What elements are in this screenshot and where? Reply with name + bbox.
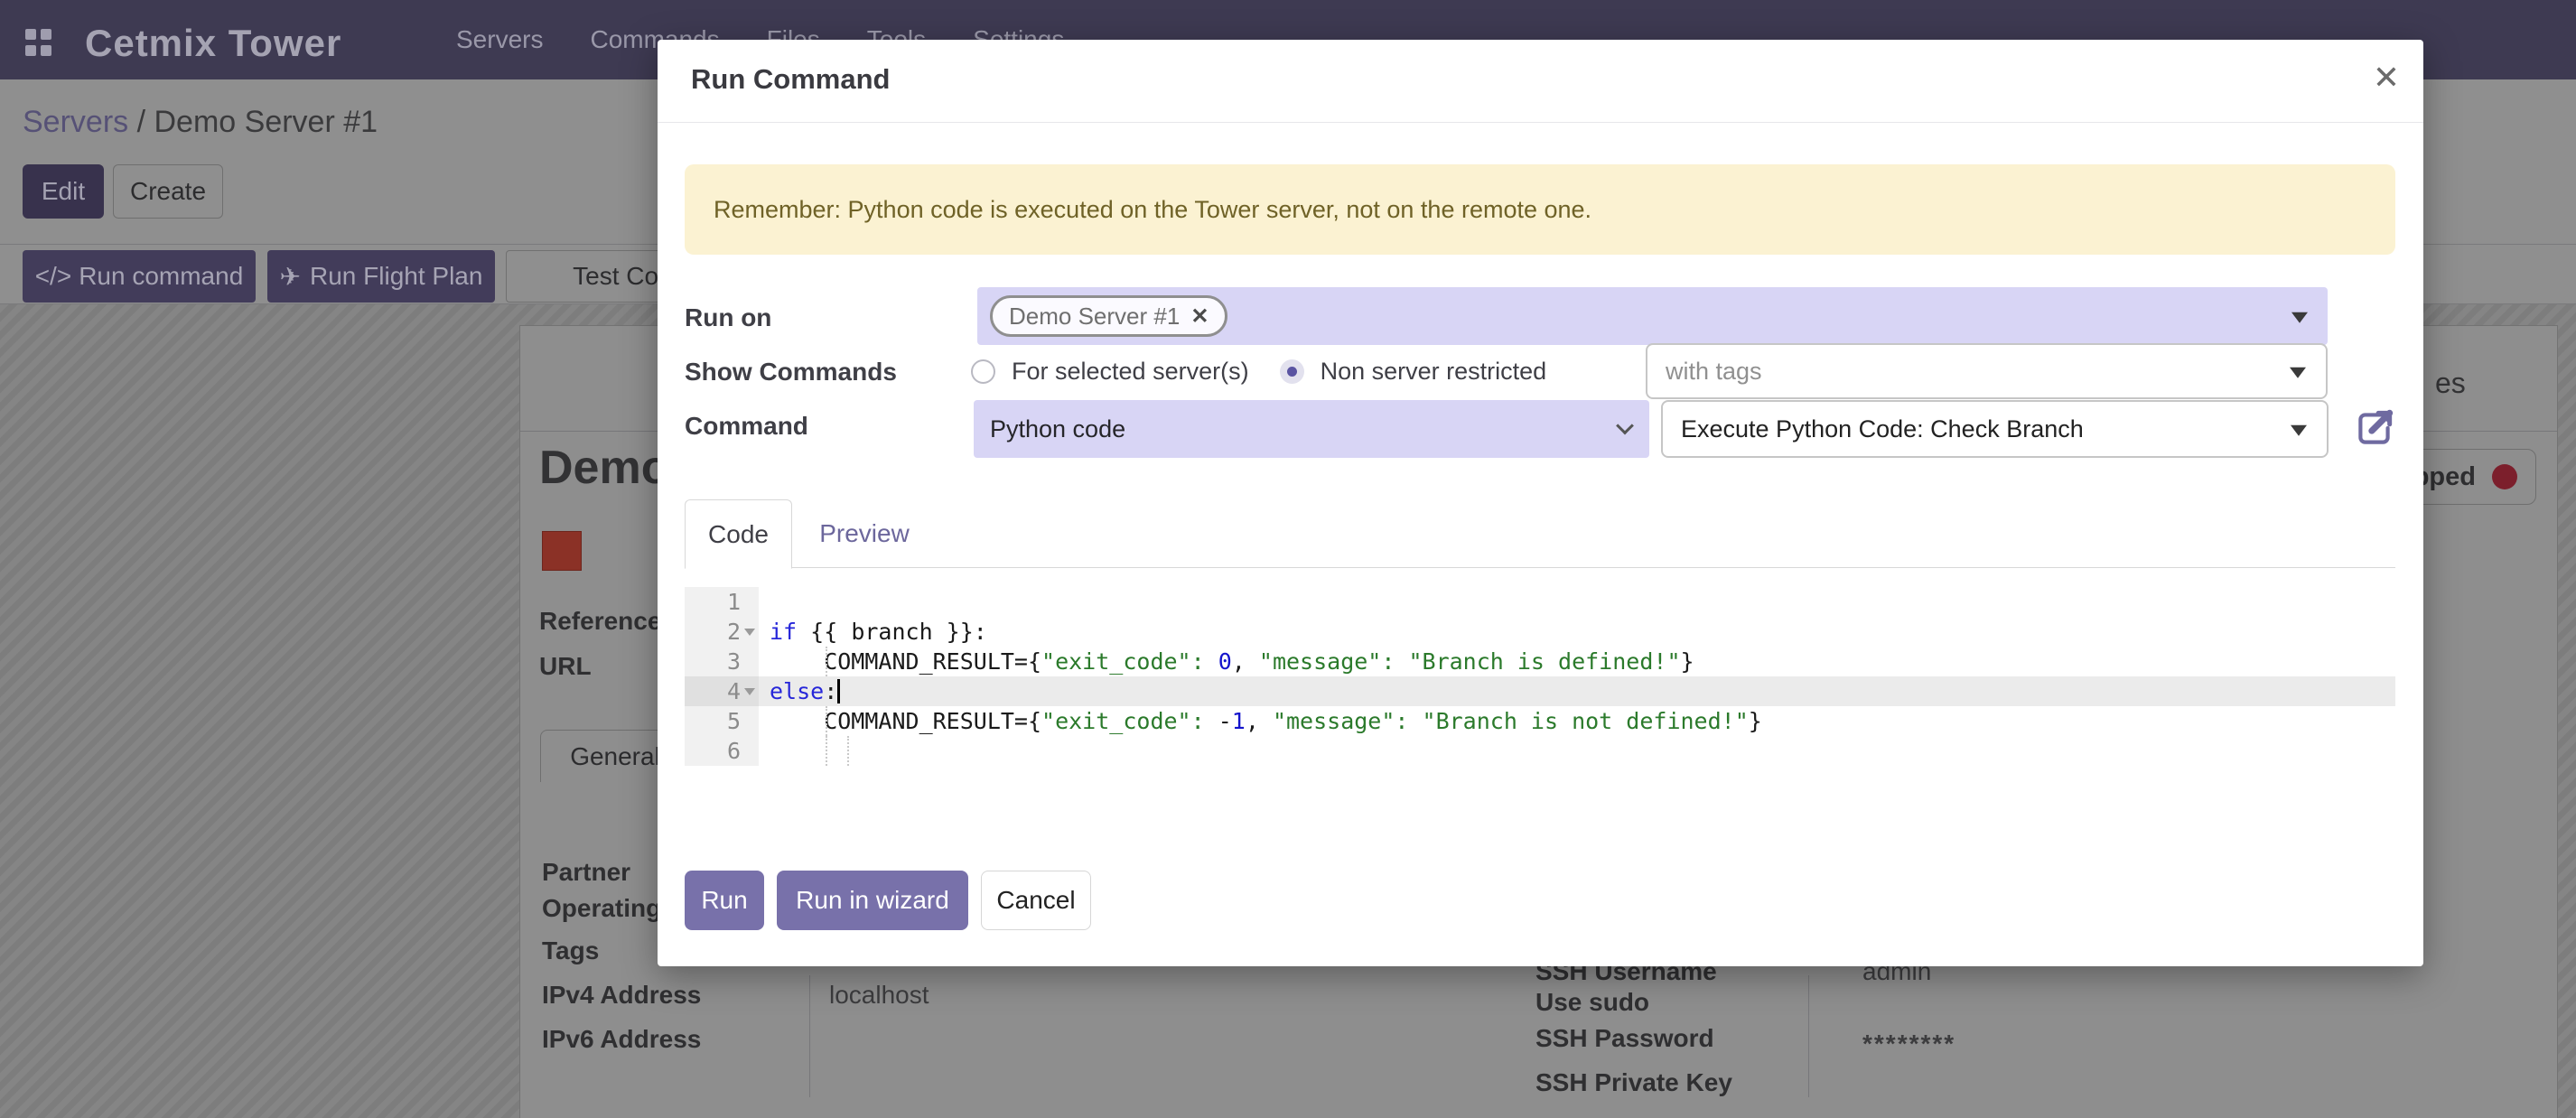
chevron-down-icon xyxy=(1616,417,1634,435)
use-sudo-label: Use sudo xyxy=(1535,988,1649,1017)
show-commands-radio-group: For selected server(s) Non server restri… xyxy=(971,343,1546,399)
fold-caret-icon[interactable] xyxy=(741,617,759,647)
truncated-stat-label: es xyxy=(2435,367,2466,400)
command-label: Command xyxy=(685,412,808,441)
run-flight-plan-label: Run Flight Plan xyxy=(310,262,482,291)
tab-preview[interactable]: Preview xyxy=(792,499,937,567)
ipv4-value: localhost xyxy=(829,981,929,1010)
code-line[interactable]: 6 xyxy=(685,736,2395,766)
run-command-modal: Run Command ✕ Remember: Python code is e… xyxy=(658,40,2423,966)
radio-non-server-restricted-label[interactable]: Non server restricted xyxy=(1321,358,1547,386)
ipv4-label: IPv4 Address xyxy=(542,981,701,1010)
cancel-button[interactable]: Cancel xyxy=(981,871,1091,930)
code-line[interactable]: 5 COMMAND_RESULT={"exit_code": -1, "mess… xyxy=(685,706,2395,736)
divider xyxy=(809,975,810,1097)
code-editor[interactable]: 12if {{ branch }}:3 COMMAND_RESULT={"exi… xyxy=(685,587,2395,771)
fold-caret-slot xyxy=(741,736,759,766)
fold-caret-icon[interactable] xyxy=(741,676,759,706)
divider xyxy=(685,567,2395,568)
run-flight-plan-button[interactable]: ✈ Run Flight Plan xyxy=(267,250,495,303)
server-title: Demo xyxy=(539,441,669,495)
text-cursor xyxy=(837,679,840,703)
server-color-swatch[interactable] xyxy=(542,531,582,571)
fold-caret-slot xyxy=(741,706,759,736)
command-value: Execute Python Code: Check Branch xyxy=(1681,415,2084,443)
run-command-label: Run command xyxy=(79,262,243,291)
code-brackets-icon: </> xyxy=(35,262,71,291)
run-on-select[interactable]: Demo Server #1 ✕ xyxy=(977,287,2328,345)
app-logo[interactable]: Cetmix Tower xyxy=(85,22,341,65)
run-on-label: Run on xyxy=(685,303,771,332)
radio-for-selected-servers-label[interactable]: For selected server(s) xyxy=(1012,358,1249,386)
external-link-icon[interactable] xyxy=(2352,405,2397,451)
ssh-private-key-label: SSH Private Key xyxy=(1535,1068,1732,1097)
server-chip[interactable]: Demo Server #1 ✕ xyxy=(990,295,1227,337)
url-label: URL xyxy=(539,652,592,681)
fold-caret-slot xyxy=(741,647,759,676)
command-select[interactable]: Execute Python Code: Check Branch xyxy=(1661,400,2329,458)
breadcrumb: Servers / Demo Server #1 xyxy=(23,105,378,140)
code-line[interactable]: 2if {{ branch }}: xyxy=(685,617,2395,647)
apps-grid-icon[interactable] xyxy=(25,29,52,56)
close-icon[interactable]: ✕ xyxy=(2373,61,2400,94)
divider xyxy=(1808,975,1809,1097)
breadcrumb-separator: / xyxy=(137,105,145,139)
ipv6-label: IPv6 Address xyxy=(542,1025,701,1054)
breadcrumb-servers-link[interactable]: Servers xyxy=(23,105,128,139)
run-in-wizard-button[interactable]: Run in wizard xyxy=(777,871,968,930)
fold-caret-slot xyxy=(741,587,759,617)
radio-for-selected-servers[interactable] xyxy=(971,359,995,384)
breadcrumb-current: Demo Server #1 xyxy=(154,105,378,139)
tags-label: Tags xyxy=(542,936,599,965)
create-button[interactable]: Create xyxy=(113,164,223,219)
chevron-down-icon xyxy=(2291,312,2308,323)
nav-item-servers[interactable]: Servers xyxy=(456,25,543,54)
ssh-password-value: ******** xyxy=(1862,1029,1955,1058)
modal-title: Run Command xyxy=(691,63,890,96)
run-command-button[interactable]: </> Run command xyxy=(23,250,256,303)
radio-non-server-restricted[interactable] xyxy=(1280,359,1304,384)
command-type-select[interactable]: Python code xyxy=(974,400,1649,458)
code-line[interactable]: 1 xyxy=(685,587,2395,617)
tab-code[interactable]: Code xyxy=(685,499,792,569)
chevron-down-icon xyxy=(2291,425,2307,436)
chevron-down-icon xyxy=(2290,368,2306,378)
status-stopped-dot-icon xyxy=(2492,464,2517,489)
modal-header: Run Command ✕ xyxy=(658,40,2423,123)
chip-remove-icon[interactable]: ✕ xyxy=(1190,303,1209,330)
partner-label: Partner xyxy=(542,858,630,887)
run-button[interactable]: Run xyxy=(685,871,764,930)
show-commands-label: Show Commands xyxy=(685,358,897,387)
server-chip-label: Demo Server #1 xyxy=(1009,303,1180,331)
edit-button[interactable]: Edit xyxy=(23,164,104,219)
code-lines: 12if {{ branch }}:3 COMMAND_RESULT={"exi… xyxy=(685,587,2395,766)
code-line[interactable]: 4else: xyxy=(685,676,2395,706)
operating-system-label: Operating xyxy=(542,894,661,923)
ssh-password-label: SSH Password xyxy=(1535,1024,1714,1053)
warning-banner: Remember: Python code is executed on the… xyxy=(685,164,2395,255)
screen: Cetmix Tower Servers Commands Files Tool… xyxy=(0,0,2576,1118)
command-type-value: Python code xyxy=(990,415,1125,443)
with-tags-placeholder: with tags xyxy=(1666,358,1762,386)
plane-icon: ✈ xyxy=(280,262,301,292)
code-line[interactable]: 3 COMMAND_RESULT={"exit_code": 0, "messa… xyxy=(685,647,2395,676)
with-tags-select[interactable]: with tags xyxy=(1646,343,2328,399)
reference-label: Reference xyxy=(539,607,661,636)
